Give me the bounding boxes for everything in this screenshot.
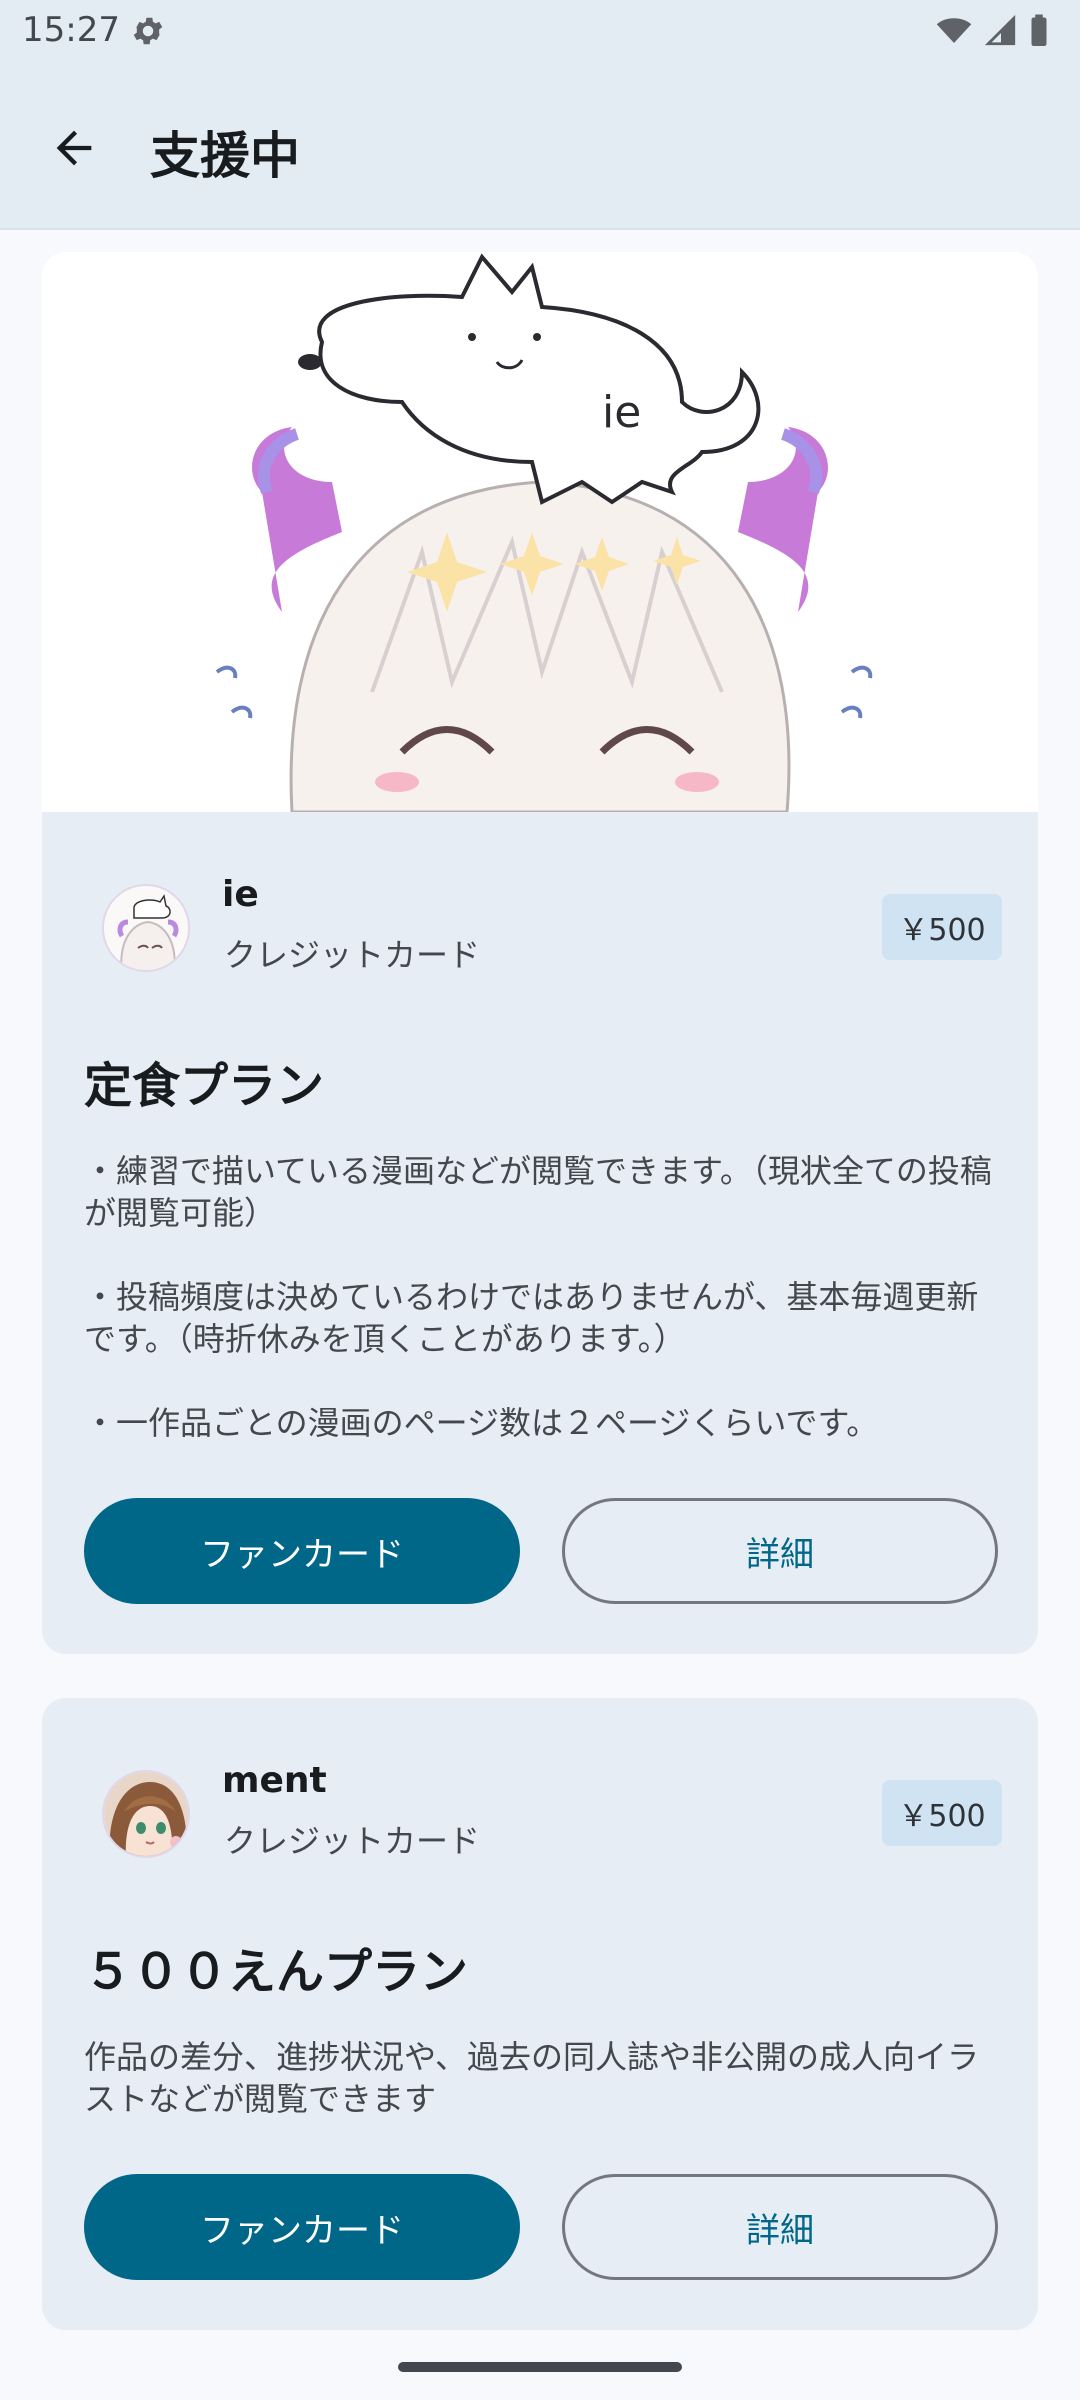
status-bar: 15:27 [0, 0, 1080, 62]
price-badge: ￥500 [882, 894, 1002, 960]
creator-banner-image: ie [42, 252, 1038, 814]
avatar[interactable] [102, 1770, 190, 1858]
arrow-back-icon [56, 130, 92, 166]
subscription-card: ment クレジットカード ￥500 ５００えんプラン 作品の差分、進捗状況や、… [42, 1698, 1038, 2330]
page-title: 支援中 [150, 127, 300, 185]
details-button[interactable]: 詳細 [562, 1498, 998, 1604]
plan-description: ・練習で描いている漫画などが閲覧できます。（現状全ての投稿が閲覧可能） ・投稿頻… [84, 1152, 992, 1442]
plan-title: 定食プラン [84, 1058, 325, 1114]
details-button[interactable]: 詳細 [562, 2174, 998, 2280]
status-time: 15:27 [22, 10, 120, 50]
signal-icon [984, 13, 1018, 53]
creator-row: ment クレジットカード ￥500 [102, 1760, 1002, 1870]
payment-method: クレジットカード [224, 1822, 481, 1860]
plan-title: ５００えんプラン [84, 1944, 469, 2000]
fan-card-button[interactable]: ファンカード [84, 1498, 520, 1604]
price-badge: ￥500 [882, 1780, 1002, 1846]
payment-method: クレジットカード [224, 936, 481, 974]
gear-icon [130, 13, 166, 49]
creator-name: ie [222, 874, 259, 915]
avatar[interactable] [102, 884, 190, 972]
fan-card-button[interactable]: ファンカード [84, 2174, 520, 2280]
wifi-icon [934, 13, 974, 53]
battery-icon [1028, 13, 1050, 53]
back-button[interactable] [44, 118, 104, 178]
app-bar: 支援中 [0, 62, 1080, 230]
plan-description: 作品の差分、進捗状況や、過去の同人誌や非公開の成人向イラストなどが閲覧できます [84, 2038, 980, 2118]
banner-text: ie [602, 387, 641, 438]
creator-row: ie クレジットカード ￥500 [102, 874, 1002, 984]
home-indicator[interactable] [398, 2362, 682, 2372]
subscription-card: ie ie クレジットカード ￥500 定食プラン ・練習で描いている漫画などが… [42, 252, 1038, 1654]
creator-name: ment [222, 1760, 327, 1801]
